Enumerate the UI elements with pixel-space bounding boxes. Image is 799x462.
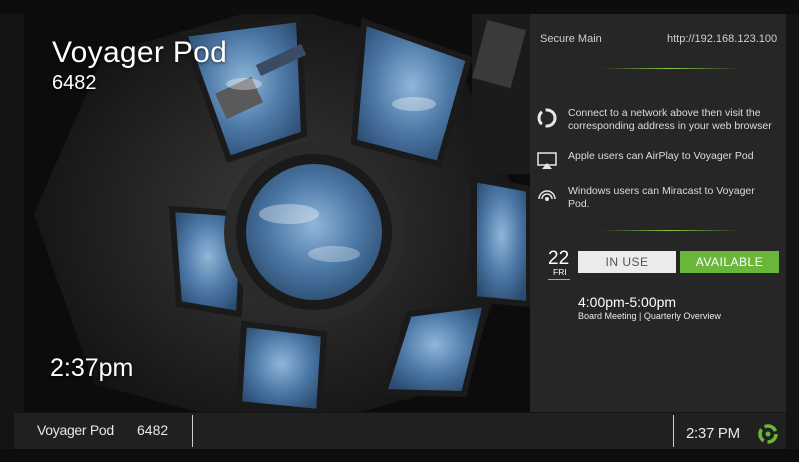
display-screen: Voyager Pod 6482 2:37pm Secure Main http… bbox=[0, 0, 799, 462]
room-title: Voyager Pod bbox=[52, 36, 228, 69]
available-button[interactable]: AVAILABLE bbox=[680, 251, 779, 273]
meeting-time: 4:00pm-5:00pm bbox=[578, 294, 677, 310]
instruction-miracast-text: Windows users can Miracast to Voyager Po… bbox=[568, 185, 755, 210]
instruction-connect: Connect to a network above then visit th… bbox=[536, 107, 778, 133]
network-name: Secure Main bbox=[540, 33, 602, 45]
calendar-day-name: FRI bbox=[553, 267, 567, 277]
bezel-bottom bbox=[0, 449, 799, 462]
meeting-title: Board Meeting | Quarterly Overview bbox=[578, 311, 721, 321]
footer-clock: 2:37 PM bbox=[686, 425, 740, 442]
miracast-icon bbox=[536, 185, 558, 207]
instruction-airplay-text: Apple users can AirPlay to Voyager Pod bbox=[568, 150, 754, 162]
bezel-top bbox=[0, 0, 799, 14]
divider-top bbox=[600, 68, 740, 69]
instruction-airplay: Apple users can AirPlay to Voyager Pod bbox=[536, 150, 778, 172]
footer-room-name: Voyager Pod bbox=[37, 422, 114, 438]
divider-middle bbox=[600, 230, 740, 231]
footer-divider-left bbox=[192, 415, 193, 447]
calendar-underline bbox=[548, 279, 570, 280]
instruction-connect-text: Connect to a network above then visit th… bbox=[568, 107, 772, 132]
airplay-icon bbox=[536, 150, 558, 172]
room-number: 6482 bbox=[52, 72, 97, 94]
footer-divider-right bbox=[673, 415, 674, 447]
current-time-large: 2:37pm bbox=[50, 354, 134, 382]
connect-logo-icon bbox=[536, 107, 558, 129]
brand-logo-icon bbox=[757, 423, 779, 445]
cupola-window-image bbox=[24, 14, 530, 412]
instruction-miracast: Windows users can Miracast to Voyager Po… bbox=[536, 185, 778, 211]
footer-room-number: 6482 bbox=[137, 422, 169, 438]
background-photo bbox=[24, 14, 530, 412]
network-url[interactable]: http://192.168.123.100 bbox=[667, 33, 777, 45]
info-panel bbox=[530, 14, 786, 412]
footer-bar bbox=[14, 413, 786, 449]
in-use-button[interactable]: IN USE bbox=[578, 251, 676, 273]
